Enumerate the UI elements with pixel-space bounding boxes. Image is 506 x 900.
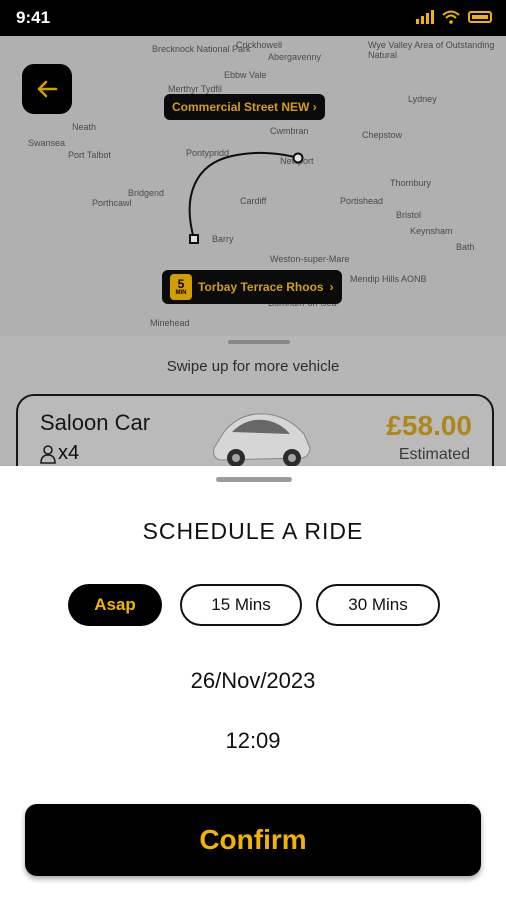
schedule-title: SCHEDULE A RIDE bbox=[142, 518, 364, 544]
confirm-button[interactable]: Confirm bbox=[25, 804, 481, 876]
signal-icon bbox=[416, 10, 434, 24]
option-asap[interactable]: Asap bbox=[68, 584, 162, 626]
schedule-date[interactable]: 26/Nov/2023 bbox=[0, 668, 506, 694]
schedule-time[interactable]: 12:09 bbox=[0, 728, 506, 754]
option-15-mins[interactable]: 15 Mins bbox=[180, 584, 302, 626]
option-30-mins[interactable]: 30 Mins bbox=[316, 584, 440, 626]
status-icons bbox=[416, 10, 492, 24]
status-time: 9:41 bbox=[16, 8, 51, 27]
sheet-handle[interactable] bbox=[216, 477, 292, 482]
wifi-icon bbox=[442, 10, 460, 24]
modal-backdrop[interactable] bbox=[0, 0, 506, 466]
status-bar: 9:41 bbox=[0, 0, 506, 36]
battery-icon bbox=[468, 11, 492, 23]
schedule-ride-sheet: SCHEDULE A RIDE Asap 15 Mins 30 Mins 26/… bbox=[0, 466, 506, 900]
